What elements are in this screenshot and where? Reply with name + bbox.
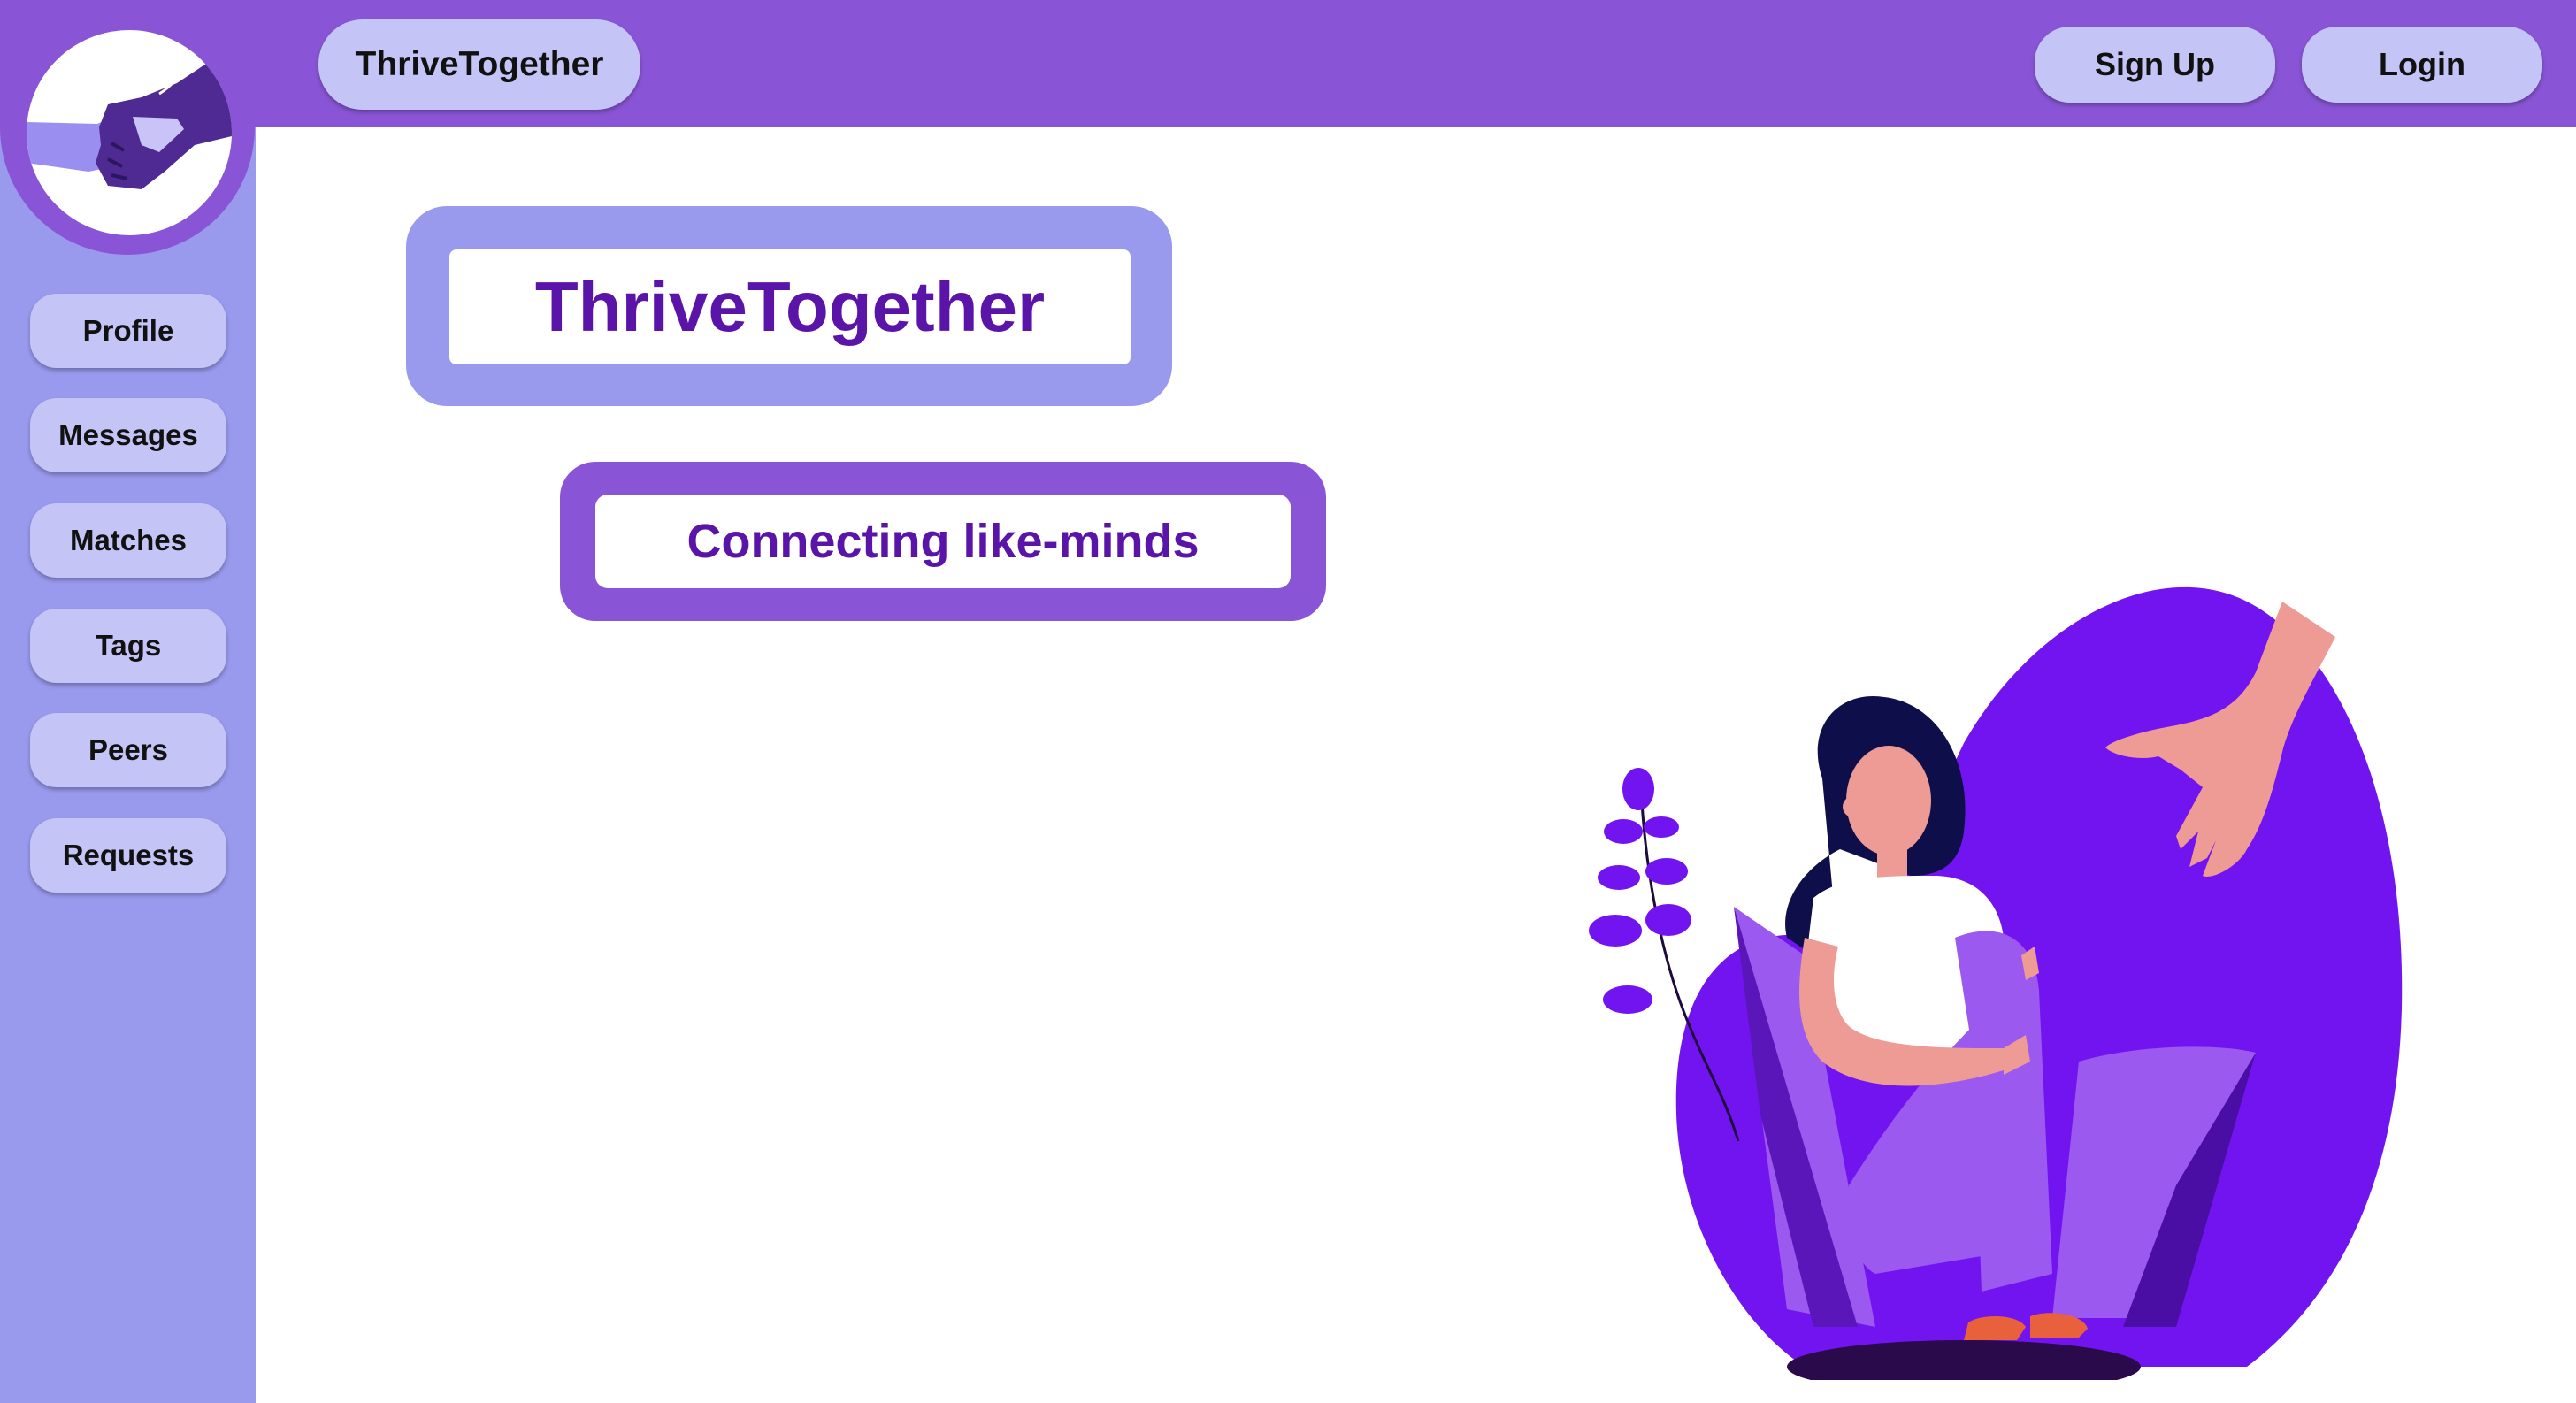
sidebar-item-tags[interactable]: Tags [30, 609, 226, 683]
sidebar-item-peers[interactable]: Peers [30, 713, 226, 787]
hero-subtitle-frame: Connecting like-minds [560, 462, 1326, 621]
sidebar-item-requests[interactable]: Requests [30, 818, 226, 893]
sidebar-item-messages[interactable]: Messages [30, 398, 226, 472]
hero-title-frame: ThriveTogether [406, 206, 1172, 406]
top-bar: ThriveTogether Sign Up Login [0, 0, 2576, 127]
hero-subtitle: Connecting like-minds [595, 494, 1291, 588]
handshake-icon [27, 30, 232, 235]
logo[interactable] [0, 0, 255, 255]
support-hand-illustration [1557, 566, 2424, 1393]
brand-button[interactable]: ThriveTogether [318, 19, 640, 110]
login-button[interactable]: Login [2302, 27, 2542, 103]
sidebar: Profile Messages Matches Tags Peers Requ… [0, 127, 256, 1403]
sidebar-item-matches[interactable]: Matches [30, 503, 226, 578]
hero-title: ThriveTogether [449, 249, 1131, 364]
sidebar-item-profile[interactable]: Profile [30, 294, 226, 368]
sign-up-button[interactable]: Sign Up [2035, 27, 2275, 103]
